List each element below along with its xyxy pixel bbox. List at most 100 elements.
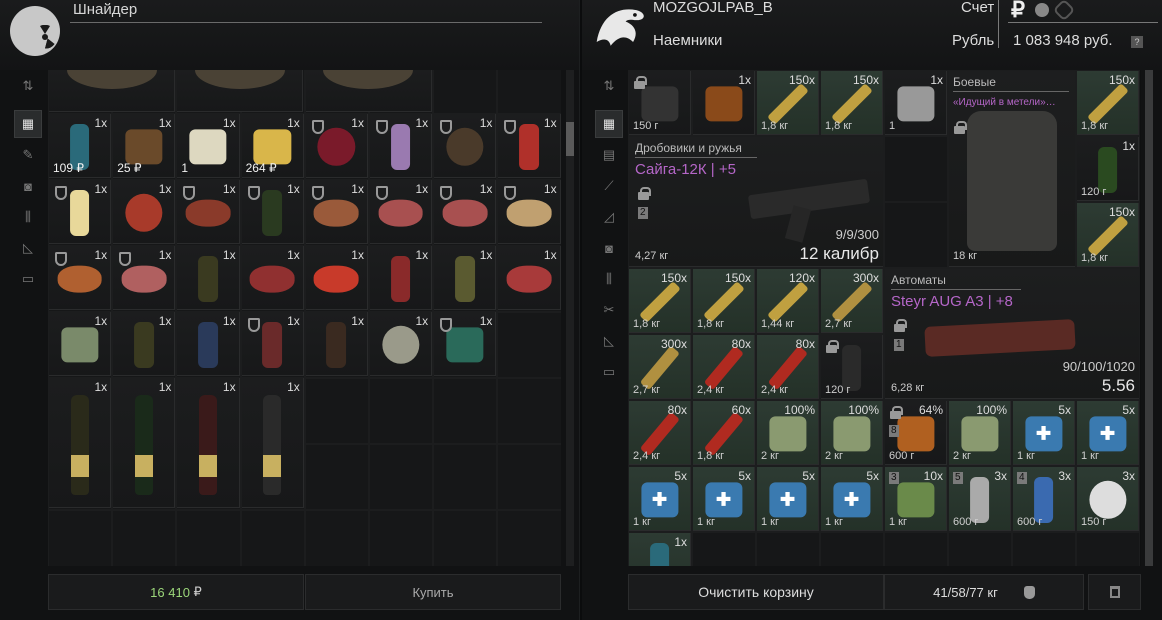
partial-item[interactable]: [49, 70, 175, 112]
inventory-item[interactable]: ✚ 5x 1 кг: [1013, 401, 1075, 465]
trader-item[interactable]: 1x: [113, 246, 176, 310]
bottle-item[interactable]: 1x: [49, 378, 112, 508]
ruler-icon[interactable]: ◺: [14, 234, 42, 262]
inventory-item[interactable]: 80x 2,4 кг: [757, 335, 819, 399]
inventory-item[interactable]: 1x: [693, 71, 755, 135]
trader-item[interactable]: 1x: [49, 180, 112, 244]
inventory-item[interactable]: 150x 1,8 кг: [1077, 71, 1139, 135]
trader-item[interactable]: 1x: [305, 114, 368, 178]
inventory-item[interactable]: ✚ 5x 1 кг: [821, 467, 883, 531]
trader-scrollbar[interactable]: [566, 70, 574, 566]
clear-cart-button[interactable]: Очистить корзину: [628, 574, 884, 610]
buy-button[interactable]: Купить: [305, 574, 561, 610]
trader-item[interactable]: 1x 25 ₽: [113, 114, 176, 178]
inventory-item[interactable]: ✚ 5x 1 кг: [757, 467, 819, 531]
inventory-item[interactable]: 100% 2 кг: [757, 401, 819, 465]
inventory-item[interactable]: 60x 1,8 кг: [693, 401, 755, 465]
inventory-item[interactable]: 120 г: [821, 335, 883, 399]
trader-item[interactable]: 1x: [370, 114, 433, 178]
inventory-item[interactable]: 5 3x 600 г: [949, 467, 1011, 531]
tools-icon[interactable]: ✂: [595, 296, 623, 324]
inventory-item[interactable]: 8 64% 600 г: [885, 401, 947, 465]
inventory-item[interactable]: 1x: [629, 533, 691, 566]
inventory-item[interactable]: 3 10x 1 кг: [885, 467, 947, 531]
inventory-item[interactable]: 300x 2,7 кг: [629, 335, 691, 399]
rifle-icon[interactable]: ⟋: [595, 172, 623, 200]
item-count: 60x: [731, 403, 751, 417]
inventory-item[interactable]: 100% 2 кг: [821, 401, 883, 465]
inventory-item[interactable]: 4 3x 600 г: [1013, 467, 1075, 531]
scroll-thumb[interactable]: [1145, 70, 1153, 566]
partial-item[interactable]: [177, 70, 304, 112]
trader-item[interactable]: 1x: [370, 180, 433, 244]
trader-item[interactable]: 1x 264 ₽: [241, 114, 304, 178]
inventory-item[interactable]: 100% 2 кг: [949, 401, 1011, 465]
partial-item[interactable]: [305, 70, 432, 112]
trader-item[interactable]: 1x: [434, 180, 497, 244]
trader-item[interactable]: 1x: [498, 114, 561, 178]
info-icon[interactable]: ?: [1131, 36, 1143, 48]
trader-item[interactable]: 1x: [370, 246, 433, 310]
trader-item[interactable]: 1x: [305, 246, 368, 310]
camera-icon[interactable]: ◙: [595, 234, 623, 262]
inventory-item[interactable]: 1x 120 г: [1077, 137, 1139, 201]
trader-item[interactable]: 1x 1: [177, 114, 240, 178]
inventory-item[interactable]: 150x 1,8 кг: [1077, 203, 1139, 267]
bottle-item[interactable]: 1x: [177, 378, 240, 508]
inventory-item[interactable]: 120x 1,44 кг: [757, 269, 819, 333]
box-icon[interactable]: ▭: [595, 358, 623, 386]
inventory-item[interactable]: 150x 1,8 кг: [757, 71, 819, 135]
trader-item[interactable]: 1x: [49, 312, 112, 376]
sort-icon[interactable]: ⇅: [595, 72, 623, 100]
trader-item[interactable]: 1x: [241, 180, 304, 244]
knife-icon[interactable]: ◿: [595, 203, 623, 231]
camera-icon[interactable]: ◙: [14, 172, 42, 200]
trader-item[interactable]: 1x: [498, 180, 561, 244]
box-icon[interactable]: ▭: [14, 265, 42, 293]
trader-item[interactable]: 1x: [241, 246, 304, 310]
shotgun-item[interactable]: Дробовики и ружья Сайга-12К | +5 2 9/9/300 4…: [629, 137, 883, 267]
trader-item[interactable]: 1x: [370, 312, 433, 376]
ruler-icon[interactable]: ◺: [595, 327, 623, 355]
inventory-item[interactable]: 80x 2,4 кг: [629, 401, 691, 465]
scroll-thumb[interactable]: [566, 122, 574, 156]
trader-item[interactable]: 1x: [177, 312, 240, 376]
ammo-icon[interactable]: ✎: [14, 141, 42, 169]
trader-item[interactable]: 1x: [113, 312, 176, 376]
trader-item[interactable]: 1x: [241, 312, 304, 376]
trader-item[interactable]: 1x: [113, 180, 176, 244]
bottle-item[interactable]: 1x: [113, 378, 176, 508]
inventory-item[interactable]: ✚ 5x 1 кг: [629, 467, 691, 531]
inventory-item[interactable]: 150x 1,8 кг: [693, 269, 755, 333]
trader-item[interactable]: 1x: [305, 312, 368, 376]
trader-item[interactable]: 1x: [434, 246, 497, 310]
inventory-item[interactable]: 80x 2,4 кг: [693, 335, 755, 399]
trader-item[interactable]: 1x: [177, 180, 240, 244]
inventory-item[interactable]: 150 г: [629, 71, 691, 135]
inventory-item[interactable]: ✚ 5x 1 кг: [693, 467, 755, 531]
trader-item[interactable]: 1x 109 ₽: [49, 114, 112, 178]
inventory-item[interactable]: 300x 2,7 кг: [821, 269, 883, 333]
helmet-icon[interactable]: ▤: [595, 141, 623, 169]
inventory-item[interactable]: 1x 1: [885, 71, 947, 135]
trader-item[interactable]: 1x: [305, 180, 368, 244]
trader-item[interactable]: 1x: [49, 246, 112, 310]
trader-item[interactable]: 1x: [498, 246, 561, 310]
trash-button[interactable]: [1088, 574, 1141, 610]
inventory-item[interactable]: 3x 150 г: [1077, 467, 1139, 531]
tactical-rig-item[interactable]: Боевые «Идущий в метели»… 18 кг: [949, 71, 1075, 267]
bottles-icon[interactable]: ⫼: [14, 203, 42, 231]
inventory-item[interactable]: 150x 1,8 кг: [821, 71, 883, 135]
player-scrollbar[interactable]: [1145, 70, 1153, 566]
trader-item[interactable]: 1x: [434, 114, 497, 178]
grid-icon[interactable]: ▦: [14, 110, 42, 138]
inventory-item[interactable]: 150x 1,8 кг: [629, 269, 691, 333]
trader-item[interactable]: 1x: [177, 246, 240, 310]
rifle-item[interactable]: Автоматы Steyr AUG A3 | +8 1 90/100/1020 6,2…: [885, 269, 1139, 399]
sort-icon[interactable]: ⇅: [14, 72, 42, 100]
bottle-item[interactable]: 1x: [241, 378, 304, 508]
trader-item[interactable]: 1x: [434, 312, 497, 376]
inventory-item[interactable]: ✚ 5x 1 кг: [1077, 401, 1139, 465]
bottles-icon[interactable]: ⫼: [595, 265, 623, 293]
grid-icon[interactable]: ▦: [595, 110, 623, 138]
